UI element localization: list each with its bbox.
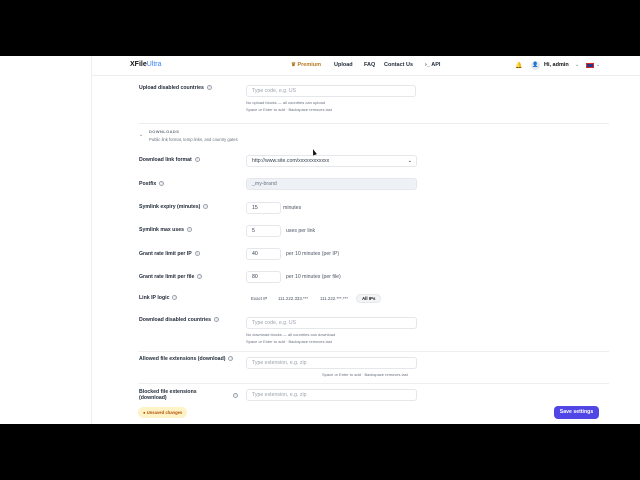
download-disabled-countries-label: Download disabled countries? — [139, 317, 220, 323]
crown-icon: ♛ — [291, 62, 296, 68]
label-text: Link IP logic — [139, 295, 170, 301]
download-countries-note: No download blocks — all countries can d… — [246, 332, 336, 337]
chevron-down-icon[interactable]: ⌄ — [575, 62, 579, 68]
label-text: Symlink expiry (minutes) — [139, 204, 201, 210]
top-navigation-bar: XFileUltra ♛ Premium Upload FAQ Contact … — [92, 56, 640, 76]
help-icon[interactable]: ? — [159, 181, 165, 187]
divider — [139, 351, 609, 352]
upload-disabled-countries-label: Upload disabled countries? — [139, 85, 212, 91]
label-text-continued: (download) — [139, 395, 167, 401]
nav-api-label: API — [431, 62, 441, 68]
link-ip-option-3-octets[interactable]: 111.222.333.*** — [278, 296, 308, 301]
nav-premium[interactable]: ♛ Premium — [291, 62, 321, 68]
link-ip-option-2-octets[interactable]: 111.222.***.*** — [320, 296, 348, 301]
nav-upload[interactable]: Upload — [334, 62, 353, 68]
save-settings-button[interactable]: Save settings — [554, 406, 599, 419]
grant-rate-file-label: Grant rate limit per file? — [139, 274, 203, 280]
help-icon[interactable]: ? — [194, 157, 200, 163]
symlink-max-uses-input[interactable]: 5 — [246, 225, 281, 237]
help-icon[interactable]: ? — [214, 317, 220, 323]
label-text: Allowed file extensions (download) — [139, 356, 226, 362]
postfix-label: Postfix? — [139, 181, 165, 187]
blocked-extensions-input[interactable]: Type extension, e.g. zip — [246, 389, 417, 401]
help-icon[interactable]: ? — [194, 251, 200, 257]
divider — [139, 383, 609, 384]
symlink-max-uses-label: Symlink max uses? — [139, 227, 192, 233]
section-title: DOWNLOADS — [149, 129, 180, 134]
help-icon[interactable]: ? — [228, 356, 234, 362]
mouse-cursor-icon — [311, 148, 317, 156]
nav-premium-label: Premium — [297, 62, 322, 68]
allowed-extensions-input[interactable]: Type extension, e.g. zip — [246, 357, 417, 369]
code-icon: ›_ — [425, 62, 430, 68]
allowed-extensions-label: Allowed file extensions (download)? — [139, 356, 234, 362]
nav-faq[interactable]: FAQ — [364, 62, 375, 68]
upload-countries-hint: Space or Enter to add · Backspace remove… — [246, 107, 332, 112]
symlink-expiry-input[interactable]: 15 — [246, 202, 281, 214]
upload-disabled-countries-input[interactable]: Type code, e.g. US — [246, 85, 416, 97]
nav-api[interactable]: ›_ API — [425, 62, 440, 68]
allowed-extensions-hint: Space or Enter to add · Backspace remove… — [322, 372, 408, 377]
logo-main: XFile — [130, 61, 147, 68]
chevron-down-icon[interactable]: ⌄ — [596, 62, 600, 68]
label-text: Grant rate limit per IP — [139, 251, 192, 257]
download-link-format-select[interactable]: http://www.site.com/xxxxxxxxxxxx ⌄ — [246, 155, 417, 167]
chevron-down-icon[interactable]: ⌄ — [139, 132, 143, 138]
section-subtitle: Public link format, temp links, and coun… — [149, 137, 238, 142]
label-text: Postfix — [139, 181, 157, 187]
download-disabled-countries-input[interactable]: Type code, e.g. US — [246, 317, 417, 329]
divider — [139, 123, 609, 124]
user-menu[interactable]: Hi, admin — [544, 62, 569, 68]
grant-rate-ip-label: Grant rate limit per IP? — [139, 251, 200, 257]
blocked-extensions-label: Blocked file extensions (download) — [139, 389, 197, 401]
unsaved-changes-badge: ● Unsaved changes — [138, 407, 188, 418]
badge-text: Unsaved changes — [146, 410, 183, 415]
user-icon[interactable]: 👤 — [531, 61, 540, 70]
chevron-down-icon: ⌄ — [407, 158, 412, 164]
label-text: Download link format — [139, 157, 192, 163]
uk-flag-icon[interactable] — [586, 63, 594, 68]
bell-icon[interactable]: 🔔 — [515, 62, 522, 69]
help-icon[interactable]: ? — [172, 295, 178, 301]
app-window: XFileUltra ♛ Premium Upload FAQ Contact … — [0, 56, 640, 424]
link-ip-logic-label: Link IP logic? — [139, 295, 178, 301]
grant-rate-file-unit: per 10 minutes (per file) — [286, 274, 341, 280]
symlink-max-uses-unit: uses per link — [286, 228, 316, 234]
symlink-expiry-unit: minutes — [283, 205, 302, 211]
download-link-format-label: Download link format? — [139, 157, 200, 163]
upload-countries-note: No upload blocks — all countries can upl… — [246, 100, 325, 105]
label-text: Download disabled countries — [139, 317, 212, 323]
sidebar — [0, 56, 92, 424]
download-countries-hint: Space or Enter to add · Backspace remove… — [246, 339, 332, 344]
help-icon[interactable]: ? — [186, 227, 192, 233]
help-icon[interactable]: ? — [206, 85, 212, 91]
grant-rate-ip-input[interactable]: 40 — [246, 248, 281, 260]
grant-rate-file-input[interactable]: 80 — [246, 271, 281, 283]
select-value: http://www.site.com/xxxxxxxxxxxx — [252, 158, 330, 164]
label-text: Symlink max uses — [139, 227, 184, 233]
symlink-expiry-label: Symlink expiry (minutes)? — [139, 204, 209, 210]
logo[interactable]: XFileUltra — [130, 61, 162, 68]
grant-rate-ip-unit: per 10 minutes (per IP) — [286, 251, 340, 257]
postfix-input[interactable]: _my-brand — [246, 178, 417, 190]
help-icon[interactable]: ? — [233, 393, 238, 398]
label-text: Upload disabled countries — [139, 85, 204, 91]
link-ip-option-all[interactable]: All IPs — [356, 294, 382, 303]
help-icon[interactable]: ? — [197, 274, 203, 280]
label-text: Grant rate limit per file — [139, 274, 195, 280]
nav-contact[interactable]: Contact Us — [384, 62, 413, 68]
link-ip-option-exact[interactable]: Exact IP — [251, 296, 267, 301]
help-icon[interactable]: ? — [203, 204, 209, 210]
logo-accent: Ultra — [146, 61, 162, 68]
